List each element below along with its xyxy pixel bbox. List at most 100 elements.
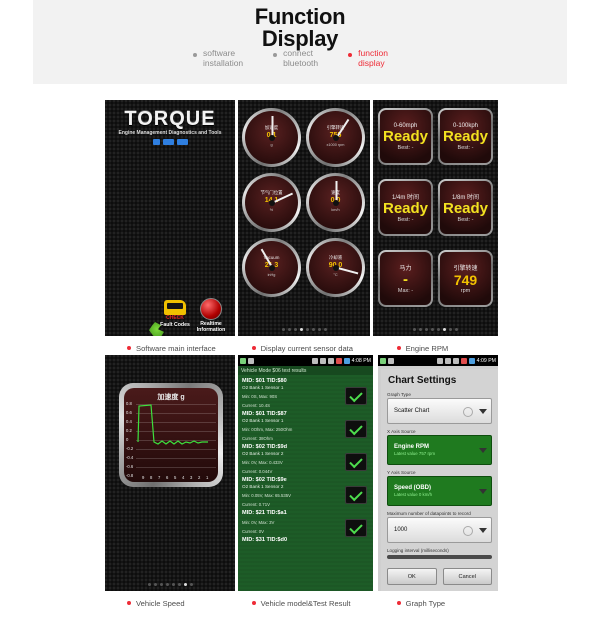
perf-tile-0-60mph[interactable]: 0-60mph Ready Best: - (378, 108, 433, 165)
performance-tile-grid: 0-60mph Ready Best: - 0-100kph Ready Bes… (378, 108, 493, 307)
perf-tile-engine-rpm[interactable]: 引擎转速 749 rpm (438, 250, 493, 307)
screenshot-vehicle-speed: 加速度 g 0.8 0.6 0.4 0.2 0 -0.2 -0.4 -0.6 -… (105, 355, 235, 591)
latest-value-text: Latest value 757 rpm (394, 451, 436, 456)
chevron-down-icon (479, 489, 487, 494)
signal-icon (343, 357, 350, 364)
logging-interval-slider[interactable] (387, 555, 492, 559)
test-result-row[interactable]: MID: $02 TID:$9e O2 Bank 1 Sensor 2 Min:… (242, 477, 369, 507)
caption-vehicle-speed: Vehicle Speed (105, 596, 242, 610)
status-bar-left-icons (380, 357, 394, 364)
test-results-list[interactable]: MID: $01 TID:$80 O2 Bank 1 Sensor 1 Min:… (238, 375, 373, 591)
page-dot (455, 328, 458, 331)
page-dot (189, 583, 193, 586)
max-datapoints-select[interactable]: 1000 (387, 517, 492, 543)
x-tick: 4 (182, 475, 185, 480)
cancel-button[interactable]: Cancel (442, 568, 492, 585)
tile-best: Best: - (457, 217, 474, 223)
chart-settings-dialog: Chart Settings Graph Type Scatter Chart … (381, 369, 498, 591)
sensor-gauge[interactable]: 冷却液 90.0 °C (306, 238, 365, 297)
tile-unit: rpm (460, 288, 471, 294)
status-bar-left-icons (240, 357, 254, 364)
page-dot (147, 583, 151, 586)
selected-value: Speed (OBD) (394, 485, 432, 491)
breadcrumb: software installation connect bluetooth … (193, 48, 493, 68)
acceleration-chart[interactable]: 加速度 g 0.8 0.6 0.4 0.2 0 -0.2 -0.4 -0.6 -… (119, 383, 223, 487)
page-dot-active (183, 583, 187, 586)
pass-check-icon (345, 387, 367, 405)
breadcrumb-item-connect-bluetooth[interactable]: connect bluetooth (273, 48, 318, 68)
gauge-name: 冷却液 (328, 255, 343, 260)
y-axis-source-select[interactable]: Speed (OBD) Latest value 0 km/h (387, 476, 492, 506)
page-dot (165, 583, 169, 586)
test-result-row[interactable]: MID: $31 TID:$d0 (242, 537, 369, 544)
mid-tid-header: MID: $01 TID:$87 (242, 411, 287, 417)
page-indicator[interactable] (373, 328, 498, 331)
test-result-row[interactable]: MID: $21 TID:$a1 Min: 0V, Max: 3V Curren… (242, 510, 369, 537)
screenshot-test-results: 4:08 PM Vehicle Mode $06 test results MI… (238, 355, 373, 591)
caption-text: Display current sensor data (260, 343, 354, 353)
menu-item-realtime-information[interactable]: Realtime Information (193, 298, 229, 333)
x-tick: 1 (206, 475, 209, 480)
gauge-icon (200, 298, 222, 320)
caption-vehicle-model-test-result: Vehicle model&Test Result (242, 596, 370, 610)
ok-button[interactable]: OK (387, 568, 437, 585)
perf-tile-horsepower[interactable]: 马力 - Max: - (378, 250, 433, 307)
breadcrumb-item-function-display[interactable]: function display (348, 48, 388, 68)
tile-best: Best: - (397, 217, 414, 223)
caption-display-current-sensor-data: Display current sensor data (242, 341, 370, 355)
signal-icon (468, 357, 475, 364)
mid-tid-header: MID: $02 TID:$9d (242, 444, 288, 450)
gauge-unit: inHg (267, 273, 276, 277)
caption-text: Vehicle Speed (136, 598, 185, 608)
bullet-icon (127, 346, 131, 350)
screenshot-engine-rpm: 0-60mph Ready Best: - 0-100kph Ready Bes… (373, 100, 498, 336)
usb-icon (311, 357, 318, 364)
bullet-icon (251, 601, 256, 605)
selected-value: Scatter Chart (394, 408, 430, 414)
page-indicator[interactable] (238, 328, 370, 331)
gauge-hub (332, 134, 339, 141)
perf-tile-quarter-mile[interactable]: 1/4m 时间 Ready Best: - (378, 179, 433, 236)
dialog-title: Chart Settings (388, 375, 457, 386)
sd-card-icon (380, 357, 386, 364)
breadcrumb-item-software-installation[interactable]: software installation (193, 48, 243, 68)
page-dot (177, 583, 181, 586)
test-result-row[interactable]: MID: $02 TID:$9d O2 Bank 1 Sensor 2 Min:… (242, 444, 369, 474)
tile-best: Best: - (457, 144, 474, 151)
menu-item-map-view[interactable]: Map View (139, 322, 175, 336)
test-result-row[interactable]: MID: $01 TID:$80 O2 Bank 1 Sensor 1 Min:… (242, 378, 369, 408)
perf-tile-0-100kph[interactable]: 0-100kph Ready Best: - (438, 108, 493, 165)
x-tick: 3 (190, 475, 193, 480)
sensor-gauge[interactable]: 加速度 0.1 g (242, 108, 301, 167)
gauge-hub (332, 264, 339, 271)
screenshot-chart-settings: 4:09 PM Chart Settings Graph Type Scatte… (378, 355, 498, 591)
page-indicator[interactable] (105, 583, 235, 586)
perf-tile-eighth-mile[interactable]: 1/8m 时间 Ready Best: - (438, 179, 493, 236)
test-results-title: Vehicle Mode $06 test results (238, 366, 373, 375)
torque-device-icons (111, 139, 229, 145)
tile-value: Ready (382, 200, 429, 217)
bullet-icon (251, 346, 256, 350)
gauge-hub (268, 134, 275, 141)
tile-title: 引擎转速 (453, 266, 478, 272)
page-dot (171, 583, 175, 586)
caption-text: Software main interface (136, 343, 216, 353)
latest-value-text: Latest value 0 km/h (394, 492, 433, 497)
sensor-gauge[interactable]: 引擎转速 755 x1000 rpm (306, 108, 365, 167)
caption-text: Engine RPM (405, 343, 449, 353)
page-dot (431, 328, 434, 331)
x-axis-source-select[interactable]: Engine RPM Latest value 757 rpm (387, 435, 492, 465)
tile-value: - (403, 271, 408, 288)
sensor-gauge[interactable]: 节气门位置 14.1 % (242, 173, 301, 232)
gauge-hub (268, 264, 275, 271)
sensor-gauge[interactable]: Vacuum 21.3 inHg (242, 238, 301, 297)
dialog-buttons: OK Cancel (387, 568, 492, 585)
test-result-row[interactable]: MID: $01 TID:$87 O2 Bank 1 Sensor 1 Min:… (242, 411, 369, 441)
phone-icon (152, 139, 160, 145)
gauge-name: 引擎转速 (326, 125, 345, 130)
page-dot (287, 328, 291, 331)
graph-type-select[interactable]: Scatter Chart (387, 398, 492, 424)
android-status-bar: 4:09 PM (378, 355, 498, 366)
sensor-gauge[interactable]: 速度 0.0 km/h (306, 173, 365, 232)
page-dot (159, 583, 163, 586)
